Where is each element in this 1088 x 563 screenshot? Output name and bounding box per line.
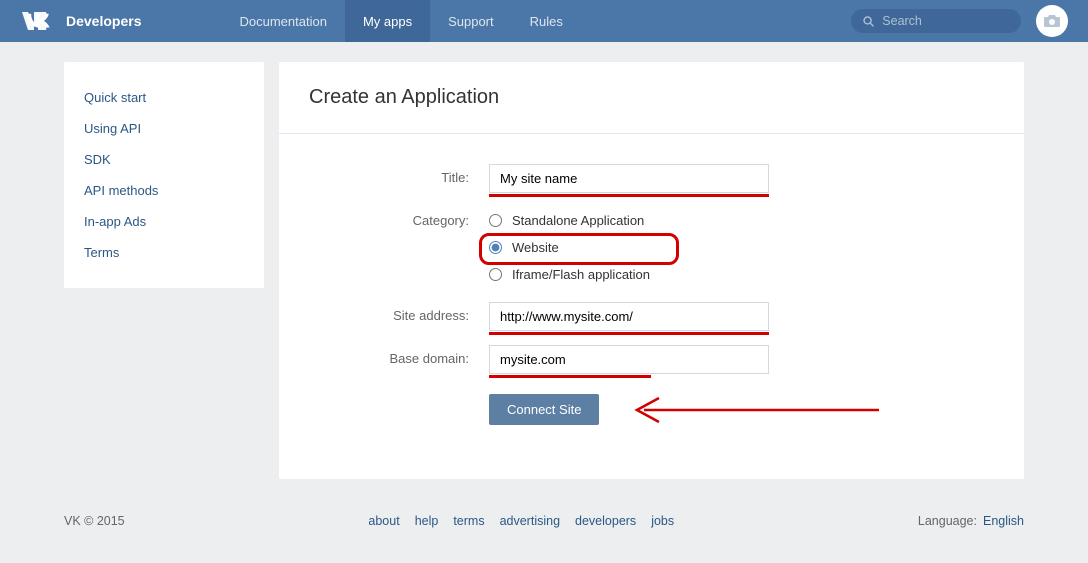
row-title: Title:	[309, 164, 994, 193]
camera-button[interactable]	[1036, 5, 1068, 37]
label-base-domain: Base domain:	[309, 345, 489, 366]
footer-copyright: VK © 2015	[64, 514, 125, 528]
vk-logo-icon	[20, 10, 56, 32]
main-panel: Create an Application Title: Category: S…	[279, 62, 1024, 479]
radio-iframe[interactable]: Iframe/Flash application	[489, 261, 994, 288]
label-category: Category:	[309, 207, 489, 228]
search-icon	[863, 15, 874, 28]
sidebar-item-terms[interactable]: Terms	[64, 237, 264, 268]
input-site-address[interactable]	[489, 302, 769, 331]
search-input[interactable]	[882, 14, 1009, 28]
nav-documentation[interactable]: Documentation	[221, 0, 344, 42]
page-title: Create an Application	[309, 86, 994, 109]
annotation-arrow-icon	[629, 395, 879, 425]
sidebar: Quick start Using API SDK API methods In…	[64, 62, 264, 288]
footer-links: about help terms advertising developers …	[368, 514, 674, 528]
row-category: Category: Standalone Application Website…	[309, 207, 994, 288]
radio-website-input[interactable]	[489, 241, 502, 254]
main-nav: Documentation My apps Support Rules	[221, 0, 580, 42]
radio-website[interactable]: Website	[489, 234, 994, 261]
row-site-address: Site address:	[309, 302, 994, 331]
footer: VK © 2015 about help terms advertising d…	[64, 499, 1024, 543]
submit-spacer	[309, 407, 489, 413]
footer-jobs[interactable]: jobs	[651, 514, 674, 528]
form-body: Title: Category: Standalone Application …	[279, 134, 1024, 479]
sidebar-item-api-methods[interactable]: API methods	[64, 175, 264, 206]
sidebar-item-quick-start[interactable]: Quick start	[64, 82, 264, 113]
footer-advertising[interactable]: advertising	[500, 514, 560, 528]
nav-my-apps[interactable]: My apps	[345, 0, 430, 42]
footer-language: Language: English	[918, 514, 1024, 528]
page-container: Quick start Using API SDK API methods In…	[64, 42, 1024, 499]
footer-lang-value[interactable]: English	[983, 514, 1024, 528]
header: Developers Documentation My apps Support…	[0, 0, 1088, 42]
camera-icon	[1044, 14, 1060, 28]
radio-iframe-label: Iframe/Flash application	[512, 267, 650, 282]
sidebar-item-sdk[interactable]: SDK	[64, 144, 264, 175]
input-base-domain[interactable]	[489, 345, 769, 374]
brand-text: Developers	[66, 13, 141, 29]
sidebar-item-in-app-ads[interactable]: In-app Ads	[64, 206, 264, 237]
label-site-address: Site address:	[309, 302, 489, 323]
footer-help[interactable]: help	[415, 514, 439, 528]
search-box[interactable]	[851, 9, 1021, 33]
logo[interactable]: Developers	[20, 10, 141, 32]
header-right	[851, 5, 1068, 37]
footer-terms[interactable]: terms	[453, 514, 484, 528]
radio-standalone[interactable]: Standalone Application	[489, 207, 994, 234]
radio-iframe-input[interactable]	[489, 268, 502, 281]
sidebar-item-using-api[interactable]: Using API	[64, 113, 264, 144]
radio-website-label: Website	[512, 240, 559, 255]
radio-standalone-input[interactable]	[489, 214, 502, 227]
row-base-domain: Base domain:	[309, 345, 994, 374]
connect-site-button[interactable]: Connect Site	[489, 394, 599, 425]
nav-rules[interactable]: Rules	[512, 0, 581, 42]
radio-standalone-label: Standalone Application	[512, 213, 644, 228]
nav-support[interactable]: Support	[430, 0, 512, 42]
footer-developers[interactable]: developers	[575, 514, 636, 528]
footer-about[interactable]: about	[368, 514, 399, 528]
label-title: Title:	[309, 164, 489, 185]
input-title[interactable]	[489, 164, 769, 193]
row-submit: Connect Site	[309, 394, 994, 425]
footer-lang-label: Language:	[918, 514, 977, 528]
main-header: Create an Application	[279, 62, 1024, 134]
